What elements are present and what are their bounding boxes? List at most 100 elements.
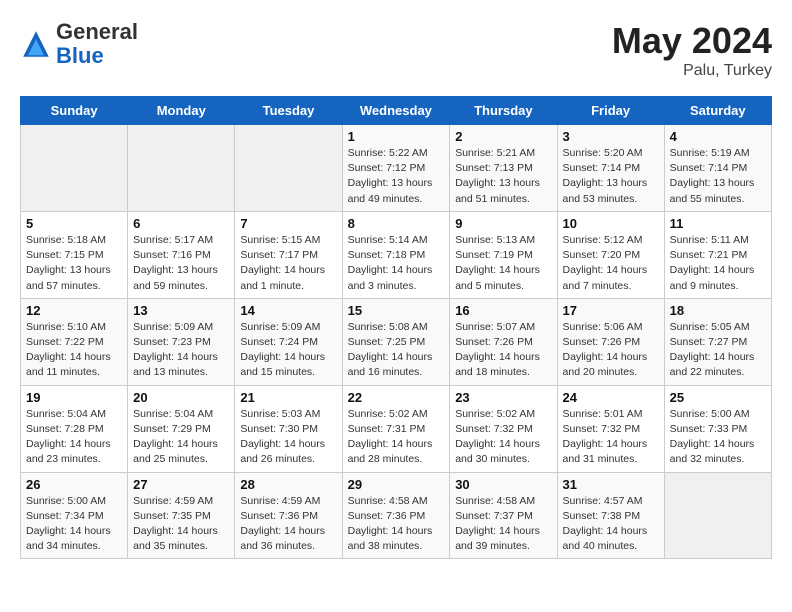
day-number: 5	[26, 216, 122, 231]
day-cell	[235, 125, 342, 212]
day-info: Sunrise: 5:04 AMSunset: 7:28 PMDaylight:…	[26, 407, 122, 468]
day-number: 19	[26, 390, 122, 405]
day-cell: 23 Sunrise: 5:02 AMSunset: 7:32 PMDayligh…	[450, 385, 557, 472]
day-cell: 7 Sunrise: 5:15 AMSunset: 7:17 PMDaylight…	[235, 211, 342, 298]
day-number: 30	[455, 477, 551, 492]
day-number: 28	[240, 477, 336, 492]
day-cell: 30Sunrise: 4:58 AMSunset: 7:37 PMDayligh…	[450, 472, 557, 559]
day-number: 16	[455, 303, 551, 318]
day-cell: 24Sunrise: 5:01 AMSunset: 7:32 PMDayligh…	[557, 385, 664, 472]
day-info: Sunrise: 5:14 AMSunset: 7:18 PMDaylight:…	[348, 233, 445, 294]
day-info: Sunrise: 5:00 AMSunset: 7:34 PMDaylight:…	[26, 494, 122, 555]
weekday-header-friday: Friday	[557, 97, 664, 125]
day-number: 14	[240, 303, 336, 318]
day-cell: 25 Sunrise: 5:00 AMSunset: 7:33 PMDayligh…	[664, 385, 771, 472]
day-number: 23	[455, 390, 551, 405]
day-info: Sunrise: 5:03 AMSunset: 7:30 PMDaylight:…	[240, 407, 336, 468]
day-cell: 1 Sunrise: 5:22 AMSunset: 7:12 PMDaylight…	[342, 125, 450, 212]
calendar-table: SundayMondayTuesdayWednesdayThursdayFrid…	[20, 96, 772, 559]
day-number: 25	[670, 390, 766, 405]
day-info: Sunrise: 5:11 AMSunset: 7:21 PMDaylight:…	[670, 233, 766, 294]
day-cell: 18Sunrise: 5:05 AMSunset: 7:27 PMDayligh…	[664, 298, 771, 385]
day-info: Sunrise: 5:10 AMSunset: 7:22 PMDaylight:…	[26, 320, 122, 381]
day-cell	[664, 472, 771, 559]
day-info: Sunrise: 5:02 AMSunset: 7:31 PMDaylight:…	[348, 407, 445, 468]
logo-icon	[20, 28, 52, 60]
day-number: 6	[133, 216, 229, 231]
month-title: May 2024	[612, 20, 772, 62]
day-number: 9	[455, 216, 551, 231]
day-number: 15	[348, 303, 445, 318]
week-row-3: 12 Sunrise: 5:10 AMSunset: 7:22 PMDayligh…	[21, 298, 772, 385]
day-info: Sunrise: 4:58 AMSunset: 7:36 PMDaylight:…	[348, 494, 445, 555]
weekday-header-saturday: Saturday	[664, 97, 771, 125]
day-number: 2	[455, 129, 551, 144]
weekday-header-tuesday: Tuesday	[235, 97, 342, 125]
day-number: 11	[670, 216, 766, 231]
day-cell: 5Sunrise: 5:18 AMSunset: 7:15 PMDaylight…	[21, 211, 128, 298]
day-info: Sunrise: 5:17 AMSunset: 7:16 PMDaylight:…	[133, 233, 229, 294]
day-number: 8	[348, 216, 445, 231]
week-row-1: 1 Sunrise: 5:22 AMSunset: 7:12 PMDaylight…	[21, 125, 772, 212]
day-cell: 6 Sunrise: 5:17 AMSunset: 7:16 PMDaylight…	[128, 211, 235, 298]
day-cell: 22 Sunrise: 5:02 AMSunset: 7:31 PMDayligh…	[342, 385, 450, 472]
weekday-header-wednesday: Wednesday	[342, 97, 450, 125]
day-cell: 2Sunrise: 5:21 AMSunset: 7:13 PMDaylight…	[450, 125, 557, 212]
day-cell: 4Sunrise: 5:19 AMSunset: 7:14 PMDaylight…	[664, 125, 771, 212]
day-cell: 13 Sunrise: 5:09 AMSunset: 7:23 PMDayligh…	[128, 298, 235, 385]
week-row-5: 26Sunrise: 5:00 AMSunset: 7:34 PMDayligh…	[21, 472, 772, 559]
day-cell: 27 Sunrise: 4:59 AMSunset: 7:35 PMDayligh…	[128, 472, 235, 559]
day-number: 7	[240, 216, 336, 231]
location: Palu, Turkey	[612, 62, 772, 80]
day-number: 10	[563, 216, 659, 231]
week-row-4: 19 Sunrise: 5:04 AMSunset: 7:28 PMDayligh…	[21, 385, 772, 472]
day-cell: 28 Sunrise: 4:59 AMSunset: 7:36 PMDayligh…	[235, 472, 342, 559]
day-info: Sunrise: 5:09 AMSunset: 7:23 PMDaylight:…	[133, 320, 229, 381]
day-number: 20	[133, 390, 229, 405]
day-number: 22	[348, 390, 445, 405]
day-cell: 21 Sunrise: 5:03 AMSunset: 7:30 PMDayligh…	[235, 385, 342, 472]
day-cell: 15 Sunrise: 5:08 AMSunset: 7:25 PMDayligh…	[342, 298, 450, 385]
day-info: Sunrise: 5:19 AMSunset: 7:14 PMDaylight:…	[670, 146, 766, 207]
day-number: 13	[133, 303, 229, 318]
day-number: 12	[26, 303, 122, 318]
day-number: 1	[348, 129, 445, 144]
day-info: Sunrise: 5:22 AMSunset: 7:12 PMDaylight:…	[348, 146, 445, 207]
logo-blue-text: Blue	[56, 43, 104, 68]
day-number: 29	[348, 477, 445, 492]
day-cell: 11 Sunrise: 5:11 AMSunset: 7:21 PMDayligh…	[664, 211, 771, 298]
day-info: Sunrise: 5:05 AMSunset: 7:27 PMDaylight:…	[670, 320, 766, 381]
day-info: Sunrise: 5:02 AMSunset: 7:32 PMDaylight:…	[455, 407, 551, 468]
day-info: Sunrise: 4:59 AMSunset: 7:36 PMDaylight:…	[240, 494, 336, 555]
day-number: 21	[240, 390, 336, 405]
weekday-header-thursday: Thursday	[450, 97, 557, 125]
day-number: 27	[133, 477, 229, 492]
day-info: Sunrise: 4:59 AMSunset: 7:35 PMDaylight:…	[133, 494, 229, 555]
page-header: General Blue May 2024 Palu, Turkey	[20, 20, 772, 80]
day-info: Sunrise: 5:00 AMSunset: 7:33 PMDaylight:…	[670, 407, 766, 468]
day-info: Sunrise: 5:08 AMSunset: 7:25 PMDaylight:…	[348, 320, 445, 381]
day-info: Sunrise: 5:12 AMSunset: 7:20 PMDaylight:…	[563, 233, 659, 294]
weekday-header-sunday: Sunday	[21, 97, 128, 125]
title-block: May 2024 Palu, Turkey	[612, 20, 772, 80]
day-info: Sunrise: 5:01 AMSunset: 7:32 PMDaylight:…	[563, 407, 659, 468]
day-cell: 17Sunrise: 5:06 AMSunset: 7:26 PMDayligh…	[557, 298, 664, 385]
day-cell: 16Sunrise: 5:07 AMSunset: 7:26 PMDayligh…	[450, 298, 557, 385]
logo-general-text: General	[56, 19, 138, 44]
day-number: 3	[563, 129, 659, 144]
day-cell: 12 Sunrise: 5:10 AMSunset: 7:22 PMDayligh…	[21, 298, 128, 385]
day-cell: 3 Sunrise: 5:20 AMSunset: 7:14 PMDaylight…	[557, 125, 664, 212]
day-info: Sunrise: 5:20 AMSunset: 7:14 PMDaylight:…	[563, 146, 659, 207]
day-cell: 10 Sunrise: 5:12 AMSunset: 7:20 PMDayligh…	[557, 211, 664, 298]
day-cell: 8 Sunrise: 5:14 AMSunset: 7:18 PMDaylight…	[342, 211, 450, 298]
day-info: Sunrise: 5:15 AMSunset: 7:17 PMDaylight:…	[240, 233, 336, 294]
weekday-header-monday: Monday	[128, 97, 235, 125]
day-info: Sunrise: 5:04 AMSunset: 7:29 PMDaylight:…	[133, 407, 229, 468]
day-info: Sunrise: 5:09 AMSunset: 7:24 PMDaylight:…	[240, 320, 336, 381]
day-cell: 9Sunrise: 5:13 AMSunset: 7:19 PMDaylight…	[450, 211, 557, 298]
day-info: Sunrise: 4:57 AMSunset: 7:38 PMDaylight:…	[563, 494, 659, 555]
week-row-2: 5Sunrise: 5:18 AMSunset: 7:15 PMDaylight…	[21, 211, 772, 298]
day-number: 31	[563, 477, 659, 492]
day-cell	[128, 125, 235, 212]
day-cell: 31 Sunrise: 4:57 AMSunset: 7:38 PMDayligh…	[557, 472, 664, 559]
